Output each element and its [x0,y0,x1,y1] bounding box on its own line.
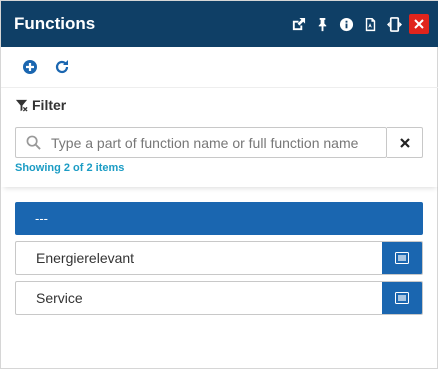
filter-section: Filter Showing 2 of 2 items [1,87,438,187]
panel-title: Functions [14,14,96,33]
title-bar-actions [285,13,429,35]
list-item-selected[interactable]: --- [15,202,423,235]
details-button[interactable] [382,282,422,314]
list-item-label: Energierelevant [36,250,135,266]
filter-header: Filter [15,97,66,113]
list-item[interactable]: Service [15,281,423,315]
list-details-icon [395,292,409,304]
external-link-icon[interactable] [287,13,309,35]
pdf-icon[interactable] [359,13,381,35]
results-count: Showing 2 of 2 items [15,162,125,174]
info-icon[interactable] [335,13,357,35]
list-item[interactable]: Energierelevant [15,241,423,275]
functions-panel: Functions Filter Type a part of function… [0,0,438,369]
details-button[interactable] [382,242,422,274]
clear-filter-button[interactable] [387,127,423,158]
clear-icon [399,137,410,148]
close-icon[interactable] [409,14,429,34]
pin-icon[interactable] [311,13,333,35]
resize-icon[interactable] [383,13,405,35]
filter-label: Filter [32,97,67,113]
search-input[interactable] [51,134,381,151]
title-bar: Functions [1,1,438,47]
search-icon [26,135,41,150]
add-icon[interactable] [20,57,40,77]
refresh-icon[interactable] [52,57,72,77]
function-list: --- Energierelevant Service [15,202,423,315]
search-field[interactable] [15,127,387,158]
list-details-icon [395,252,409,264]
filter-icon [15,99,28,112]
toolbar [1,47,438,87]
list-item-label: Service [36,290,83,306]
